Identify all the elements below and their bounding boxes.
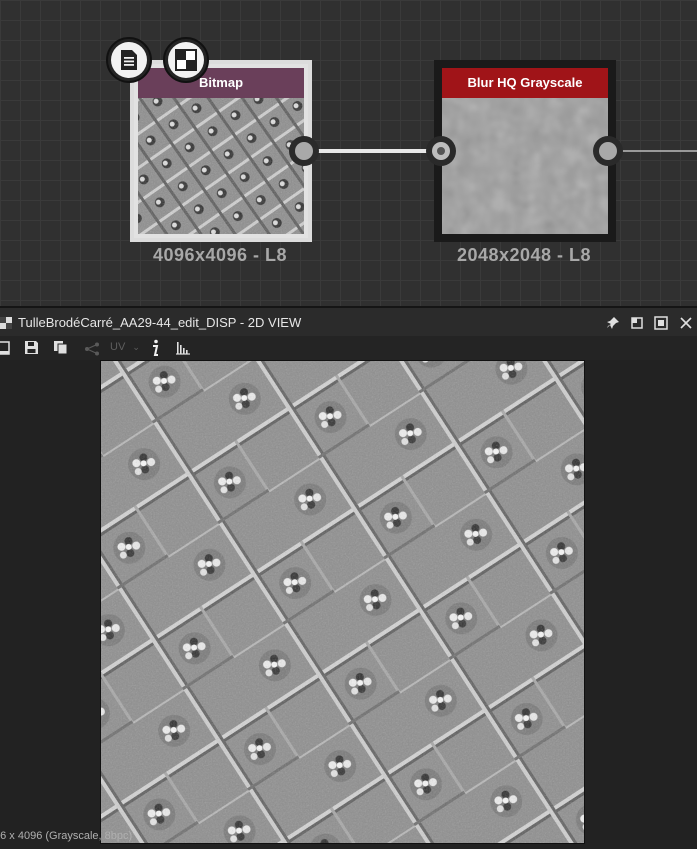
uv-dropdown[interactable]: UV ⌄ xyxy=(110,341,140,353)
2d-view-icon xyxy=(0,317,12,329)
node-thumbnail xyxy=(138,98,304,234)
bitmap-size-label: 4096x4096 - L8 xyxy=(152,245,288,265)
duplicate-icon[interactable] xyxy=(53,340,68,355)
document-icon xyxy=(121,50,137,70)
uv-label: UV xyxy=(110,341,126,353)
info-icon[interactable] xyxy=(150,339,160,357)
blur-thumbnail-image xyxy=(442,98,608,234)
graph-canvas[interactable]: Bitmap 4096x4096 - L8 Blur HQ Grayscale … xyxy=(0,0,697,306)
texture-preview xyxy=(100,360,585,844)
save-icon[interactable] xyxy=(24,340,39,355)
checker-badge[interactable] xyxy=(163,37,209,83)
panel-titlebar: TulleBrodéCarré_AA29-44_edit_DISP - 2D V… xyxy=(0,306,697,336)
status-text: 96 x 4096 (Grayscale, 8bpc) xyxy=(0,830,133,842)
share-icon[interactable] xyxy=(84,342,100,356)
checker-icon xyxy=(175,49,197,71)
node-title: Bitmap xyxy=(138,68,304,98)
chevron-down-icon: ⌄ xyxy=(132,342,140,352)
pin-icon[interactable] xyxy=(606,316,620,330)
bitmap-node[interactable]: Bitmap xyxy=(130,60,312,242)
bitmap-output-socket[interactable] xyxy=(289,136,319,166)
blur-output-socket[interactable] xyxy=(593,136,623,166)
view-toolbar: UV ⌄ xyxy=(0,336,697,360)
blur-input-socket[interactable] xyxy=(426,136,456,166)
2d-viewport[interactable]: 96 x 4096 (Grayscale, 8bpc) xyxy=(0,360,697,849)
bitmap-thumbnail-image xyxy=(138,98,304,234)
maximize-icon[interactable] xyxy=(654,316,668,330)
blur-size-label: 2048x2048 - L8 xyxy=(456,245,592,265)
copy-icon[interactable] xyxy=(0,340,10,356)
node-thumbnail xyxy=(442,98,608,234)
restore-icon[interactable] xyxy=(631,317,643,329)
displacement-texture-image xyxy=(101,361,584,843)
close-icon[interactable] xyxy=(680,317,692,329)
histogram-icon[interactable] xyxy=(175,339,191,355)
panel-title: TulleBrodéCarré_AA29-44_edit_DISP - 2D V… xyxy=(18,315,302,330)
document-badge[interactable] xyxy=(106,37,152,83)
node-title: Blur HQ Grayscale xyxy=(442,68,608,98)
blur-hq-grayscale-node[interactable]: Blur HQ Grayscale xyxy=(434,60,616,242)
